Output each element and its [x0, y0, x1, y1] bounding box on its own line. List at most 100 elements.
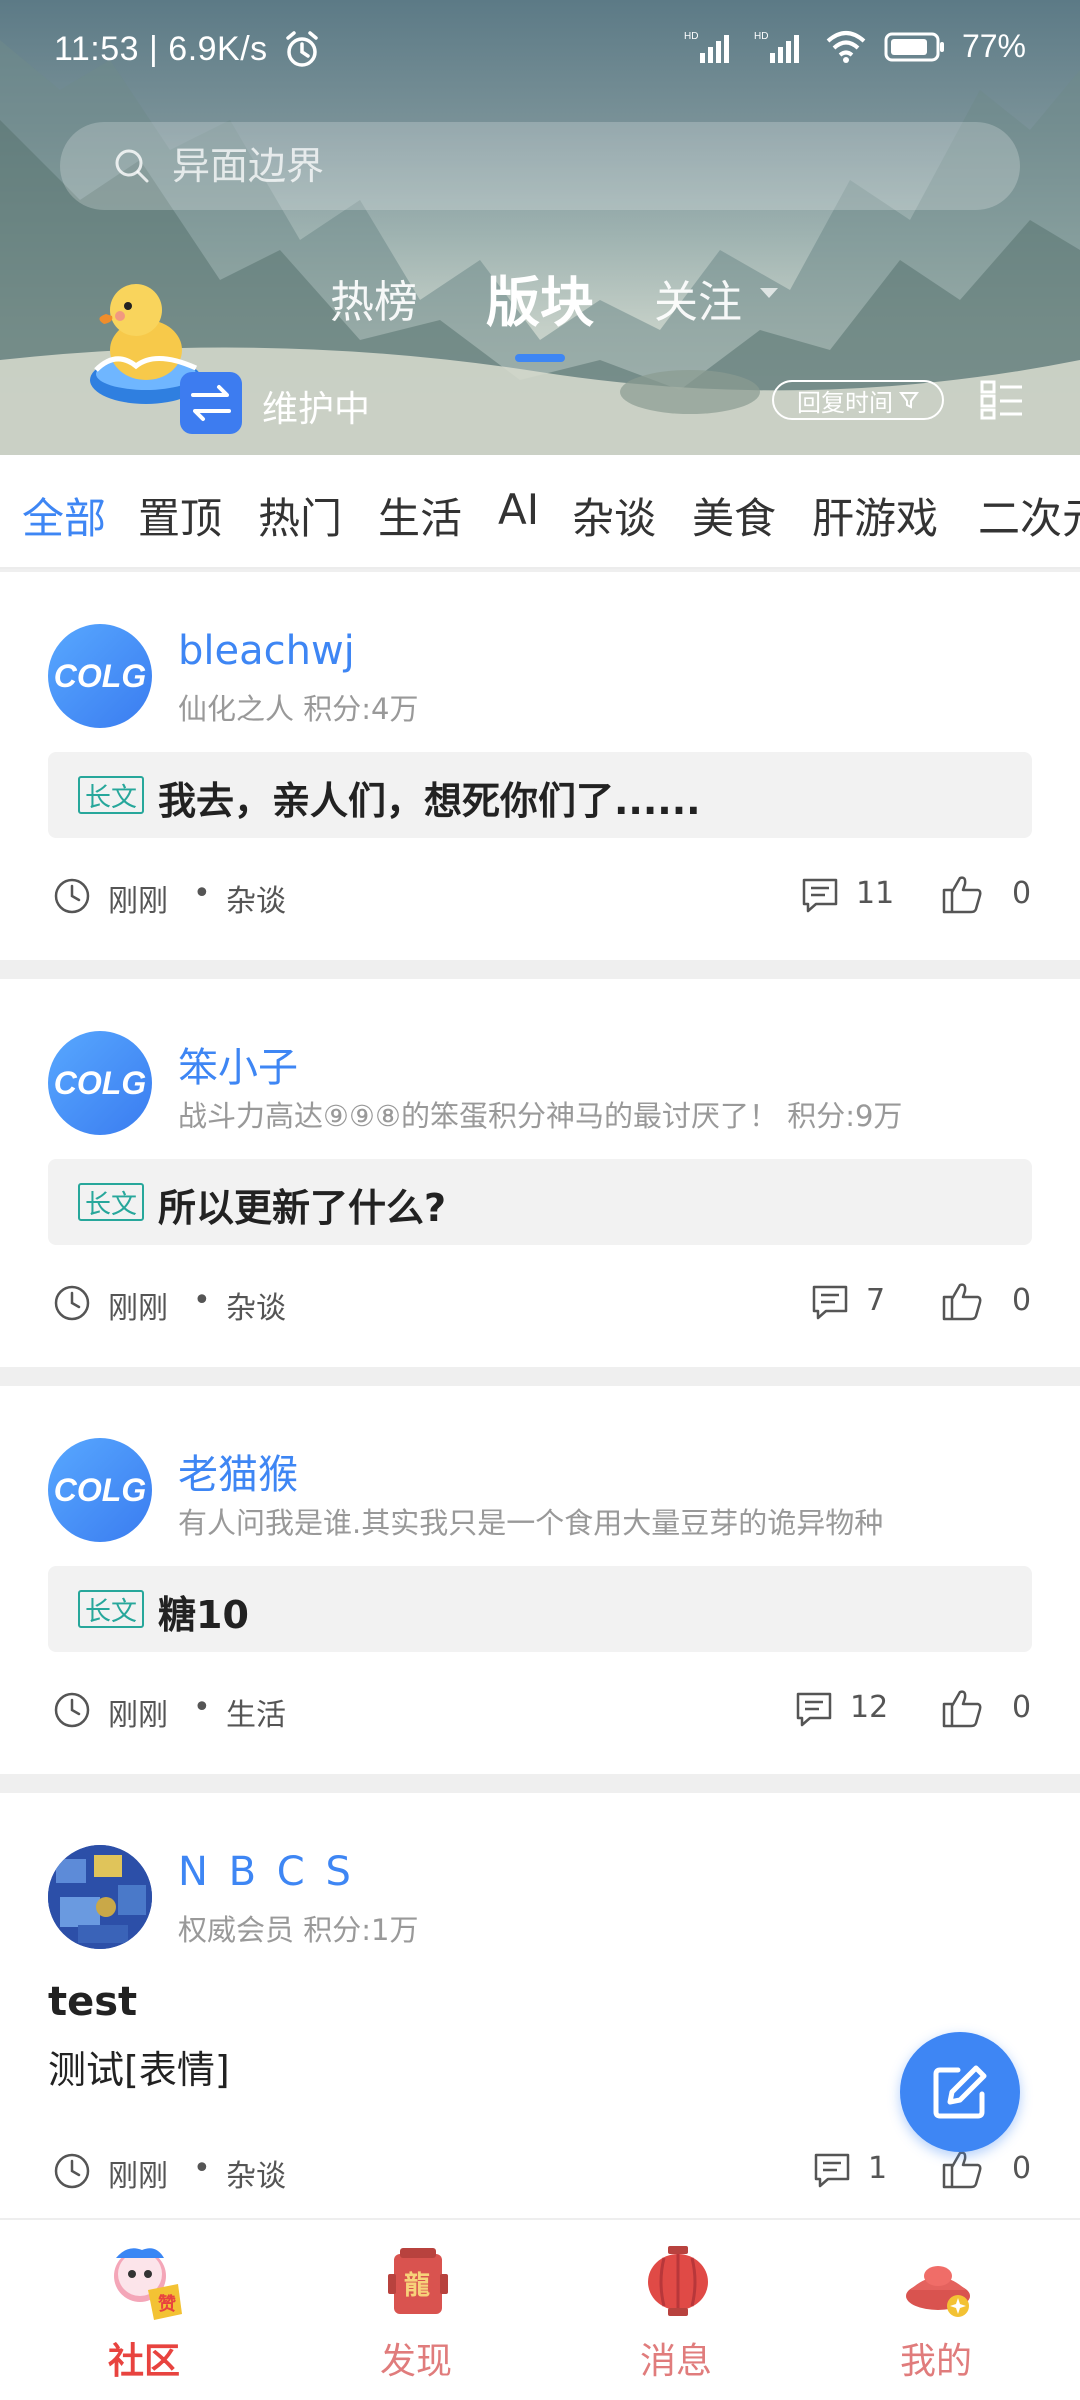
category-food[interactable]: 美食 — [692, 485, 776, 546]
status-time: 11:53 | 6.9K/s — [54, 30, 268, 68]
post-username[interactable]: N B C S — [178, 1849, 355, 1895]
post-username[interactable]: bleachwj — [178, 628, 355, 674]
post-user-info: 权威会员 积分:1万 — [178, 1913, 419, 1947]
category-chat[interactable]: 杂谈 — [572, 485, 656, 546]
discover-tablet-icon: 龍 — [388, 2248, 448, 2314]
thumbs-up-icon[interactable] — [940, 2147, 984, 2191]
like-count: 0 — [1012, 2151, 1032, 2186]
comment-icon[interactable] — [800, 876, 840, 916]
category-gaming[interactable]: 肝游戏 — [812, 485, 938, 546]
post-user-info: 有人问我是谁.其实我只是一个食用大量豆芽的诡异物种 — [178, 1506, 884, 1540]
post-time: 刚刚 — [108, 1291, 168, 1326]
like-count: 0 — [1012, 1283, 1032, 1318]
search-bar[interactable] — [60, 122, 1020, 210]
gold-ingot-icon — [906, 2266, 970, 2317]
signal-icon: HD — [684, 31, 729, 63]
post-user-info: 仙化之人 积分:4万 — [178, 692, 419, 726]
post-card[interactable]: COLG bleachwj 仙化之人 积分:4万 长文 我去，亲人们，想死你们了… — [0, 572, 1080, 960]
post-meta: 刚刚 • 杂谈 7 0 — [48, 1279, 1032, 1327]
avatar[interactable]: COLG — [48, 624, 152, 728]
category-pinned[interactable]: 置顶 — [138, 485, 222, 546]
category-acg[interactable]: 二次元 — [978, 485, 1080, 546]
wifi-icon — [826, 30, 866, 63]
post-title[interactable]: 糖10 — [158, 1584, 249, 1639]
post-card[interactable]: N B C S 权威会员 积分:1万 test 测试[表情] 刚刚 • 杂谈 1… — [0, 1793, 1080, 2218]
post-board[interactable]: 杂谈 — [226, 1283, 286, 1327]
post-title-box[interactable]: 长文 我去，亲人们，想死你们了...... — [48, 752, 1032, 838]
header-banner: 11:53 | 6.9K/s HD HD 77% 异面边界 热榜 版块 关注 维… — [0, 0, 1080, 455]
thumbs-up-icon[interactable] — [940, 1279, 984, 1323]
category-hot[interactable]: 热门 — [258, 485, 342, 546]
community-mascot-icon: 赞 — [114, 2248, 182, 2320]
comment-count: 7 — [866, 1283, 886, 1318]
category-ai[interactable]: AI — [498, 485, 539, 534]
nav-label: 我的 — [899, 2341, 972, 2382]
post-card[interactable]: COLG 笨小子 战斗力高达⑨⑨⑧的笨蛋积分神马的最讨厌了！ 积分:9万 长文 … — [0, 979, 1080, 1367]
nav-label: 社区 — [107, 2341, 180, 2382]
maintenance-status: 维护中 — [262, 389, 371, 430]
like-count: 0 — [1012, 1690, 1032, 1725]
post-card[interactable]: COLG 老猫猴 有人问我是谁.其实我只是一个食用大量豆芽的诡异物种 长文 糖1… — [0, 1386, 1080, 1774]
avatar[interactable] — [48, 1845, 152, 1949]
post-time: 刚刚 — [108, 1698, 168, 1733]
tab-hot-list[interactable]: 热榜 — [330, 266, 418, 330]
clock-icon — [54, 1692, 90, 1728]
post-title[interactable]: test — [48, 1979, 137, 2025]
nav-community[interactable]: 赞 社区 — [44, 2220, 244, 2400]
battery-percent: 77% — [961, 28, 1026, 64]
filter-icon — [899, 392, 919, 409]
reply-sort-label: 回复时间 — [797, 388, 893, 417]
battery-icon — [884, 32, 944, 61]
comment-icon[interactable] — [810, 1283, 850, 1323]
search-input[interactable] — [172, 136, 972, 196]
comment-icon[interactable] — [794, 1690, 834, 1730]
comment-count: 12 — [850, 1690, 889, 1725]
thumbs-up-icon[interactable] — [940, 872, 984, 916]
clock-icon — [54, 1285, 90, 1321]
like-count: 0 — [1012, 876, 1032, 911]
post-title-box[interactable]: 长文 糖10 — [48, 1566, 1032, 1652]
alarm-icon — [286, 31, 318, 67]
svg-text:HD: HD — [754, 31, 768, 42]
post-username[interactable]: 笨小子 — [178, 1035, 298, 1093]
avatar[interactable]: COLG — [48, 1031, 152, 1135]
post-board[interactable]: 杂谈 — [226, 876, 286, 920]
top-tab-bar: 热榜 版块 关注 — [0, 258, 1080, 348]
comment-count: 1 — [868, 2151, 888, 2186]
avatar[interactable]: COLG — [48, 1438, 152, 1542]
swap-icon[interactable] — [180, 372, 242, 434]
clock-icon — [54, 878, 90, 914]
caret-down-icon[interactable] — [758, 286, 780, 300]
comment-icon[interactable] — [812, 2151, 852, 2191]
category-all[interactable]: 全部 — [22, 485, 106, 546]
thumbs-up-icon[interactable] — [940, 1686, 984, 1730]
post-username[interactable]: 老猫猴 — [178, 1442, 298, 1500]
svg-text:赞: 赞 — [157, 2294, 176, 2315]
compose-post-button[interactable] — [900, 2032, 1020, 2152]
long-text-tag: 长文 — [78, 1590, 144, 1628]
svg-text:龍: 龍 — [404, 2270, 430, 2301]
nav-messages[interactable]: 消息 — [576, 2220, 776, 2400]
nav-discover[interactable]: 龍 发现 — [316, 2220, 516, 2400]
post-title[interactable]: 我去，亲人们，想死你们了...... — [158, 770, 701, 825]
category-life[interactable]: 生活 — [378, 485, 462, 546]
tab-boards[interactable]: 版块 — [486, 258, 594, 337]
post-body[interactable]: 测试[表情] — [48, 2039, 230, 2094]
post-board[interactable]: 杂谈 — [226, 2151, 286, 2195]
signal-icon: HD — [754, 31, 799, 63]
comment-count: 11 — [856, 876, 895, 911]
post-title[interactable]: 所以更新了什么? — [158, 1177, 446, 1232]
long-text-tag: 长文 — [78, 1183, 144, 1221]
edit-icon — [933, 2065, 987, 2119]
status-bar: 11:53 | 6.9K/s HD HD 77% — [0, 0, 1080, 96]
reply-time-sort-button[interactable]: 回复时间 — [772, 380, 944, 420]
nav-label: 发现 — [379, 2341, 452, 2382]
list-layout-icon[interactable] — [980, 380, 1024, 420]
tab-follow[interactable]: 关注 — [654, 266, 742, 330]
post-meta: 刚刚 • 杂谈 11 0 — [48, 872, 1032, 920]
post-time: 刚刚 — [108, 884, 168, 919]
avatar-photo-image — [48, 1845, 152, 1949]
post-title-box[interactable]: 长文 所以更新了什么? — [48, 1159, 1032, 1245]
nav-profile[interactable]: 我的 — [836, 2220, 1036, 2400]
post-board[interactable]: 生活 — [226, 1690, 286, 1734]
